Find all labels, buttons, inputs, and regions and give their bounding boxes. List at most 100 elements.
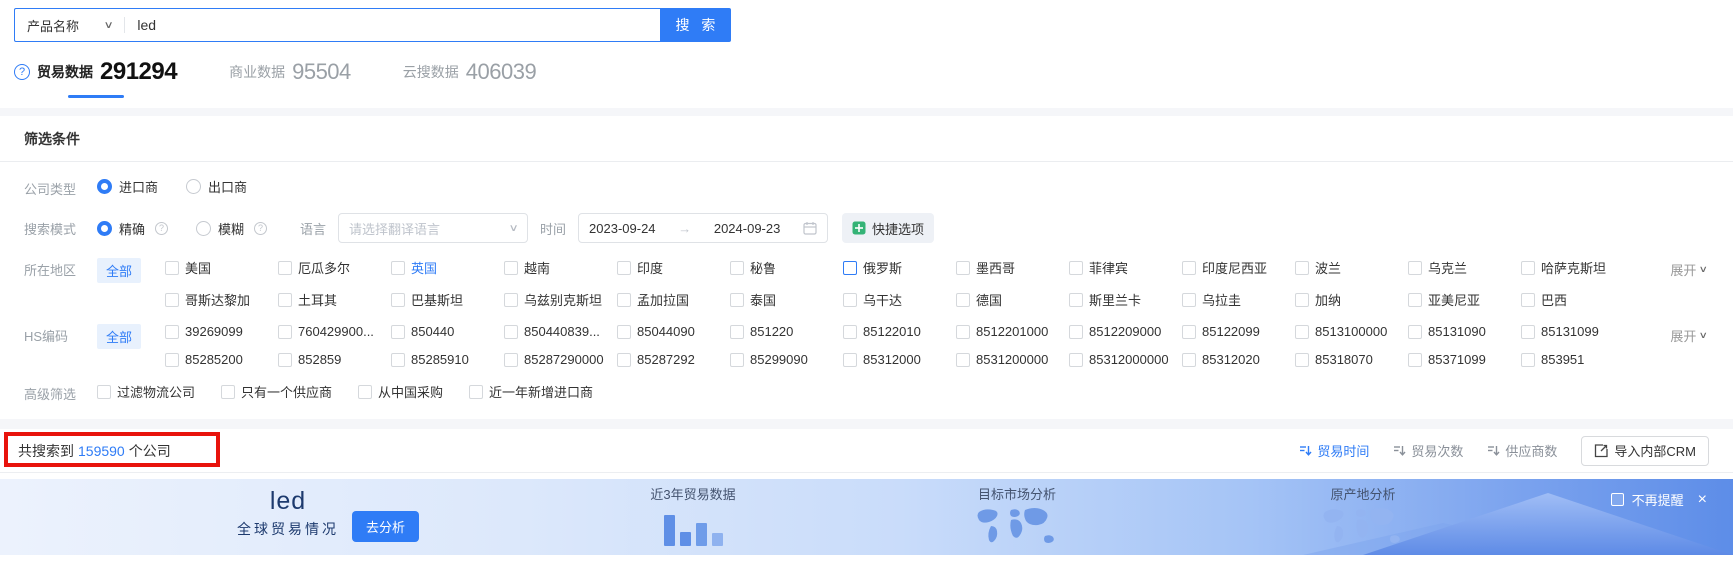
- region-checkbox-item[interactable]: 斯里兰卡: [1069, 290, 1182, 309]
- region-checkbox-item[interactable]: 泰国: [730, 290, 843, 309]
- hs-code-checkbox-item[interactable]: 85285200: [165, 352, 278, 367]
- hs-code-checkbox-item[interactable]: 850440: [391, 324, 504, 339]
- checkbox-icon: [1069, 324, 1084, 339]
- tab-trade-data[interactable]: ? 贸易数据 291294: [14, 58, 178, 98]
- radio-exporter[interactable]: 出口商: [186, 177, 247, 196]
- region-checkbox-item[interactable]: 亚美尼亚: [1408, 290, 1521, 309]
- region-checkbox-item[interactable]: 巴基斯坦: [391, 290, 504, 309]
- sort-option[interactable]: 贸易次数: [1393, 441, 1463, 460]
- checkbox-icon: [617, 324, 632, 339]
- region-checkbox-item[interactable]: 美国: [165, 258, 278, 277]
- region-checkbox-item[interactable]: 菲律宾: [1069, 258, 1182, 277]
- translate-language-select[interactable]: 请选择翻译语言 ∨: [338, 213, 529, 243]
- quick-options-button[interactable]: 快捷选项: [842, 213, 935, 243]
- tab-cloud-search[interactable]: 云搜数据 406039: [403, 59, 537, 95]
- hs-code-checkbox-item[interactable]: 85371099: [1408, 352, 1521, 367]
- hs-code-checkbox-item[interactable]: 39269099: [165, 324, 278, 339]
- dismiss-checkbox[interactable]: [1610, 493, 1624, 506]
- checkbox-label: 85318070: [1315, 352, 1373, 367]
- checkbox-icon: [1182, 324, 1197, 339]
- region-checkbox-item[interactable]: 加纳: [1295, 290, 1408, 309]
- radio-exact-mode[interactable]: 精确 ?: [97, 219, 169, 238]
- checkbox-label: 墨西哥: [976, 261, 1016, 276]
- tab-count: 291294: [100, 58, 178, 85]
- chevron-down-icon: ∨: [508, 222, 519, 234]
- region-checkbox-item[interactable]: 印度尼西亚: [1182, 258, 1295, 277]
- region-checkbox-item[interactable]: 俄罗斯: [843, 258, 956, 277]
- region-checkbox-item[interactable]: 哈萨克斯坦: [1521, 258, 1634, 277]
- region-checkbox-item[interactable]: 厄瓜多尔: [278, 258, 391, 277]
- time-label: 时间: [540, 221, 567, 237]
- region-checkbox-item[interactable]: 印度: [617, 258, 730, 277]
- info-icon[interactable]: ?: [254, 221, 268, 235]
- region-expand-link[interactable]: 展开 ∨: [1670, 260, 1708, 279]
- region-all-chip[interactable]: 全部: [97, 258, 142, 283]
- hs-code-checkbox-item[interactable]: 85131090: [1408, 324, 1521, 339]
- advanced-checkbox-item[interactable]: 从中国采购: [358, 382, 443, 401]
- region-checkbox-item[interactable]: 土耳其: [278, 290, 391, 309]
- hs-code-checkbox-item[interactable]: 85122099: [1182, 324, 1295, 339]
- import-crm-button[interactable]: 导入内部CRM: [1581, 435, 1709, 466]
- banner-section-target-market[interactable]: 目标市场分析: [942, 484, 1092, 555]
- hs-code-checkbox-item[interactable]: 85287290000: [504, 352, 617, 367]
- hs-all-chip[interactable]: 全部: [97, 324, 142, 349]
- info-icon[interactable]: ?: [155, 221, 169, 235]
- hs-code-checkbox-item[interactable]: 85312000: [843, 352, 956, 367]
- hs-code-checkbox-item[interactable]: 8513100000: [1295, 324, 1408, 339]
- region-checkbox-item[interactable]: 德国: [956, 290, 1069, 309]
- product-category-dropdown[interactable]: 产品名称 ∨: [15, 16, 124, 35]
- tab-business-data[interactable]: 商业数据 95504: [229, 59, 351, 95]
- analyze-button[interactable]: 去分析: [352, 511, 420, 542]
- sort-option[interactable]: 供应商数: [1487, 441, 1557, 460]
- hs-code-checkbox-item[interactable]: 760429900...: [278, 324, 391, 339]
- hs-code-checkbox-item[interactable]: 8512209000: [1069, 324, 1182, 339]
- hs-code-checkbox-item[interactable]: 85312020: [1182, 352, 1295, 367]
- checkbox-icon: [1408, 352, 1423, 367]
- hs-code-checkbox-item[interactable]: 85122010: [843, 324, 956, 339]
- checkbox-icon: [221, 384, 236, 399]
- hs-code-checkbox-item[interactable]: 85285910: [391, 352, 504, 367]
- hs-code-checkbox-item[interactable]: 85299090: [730, 352, 843, 367]
- radio-fuzzy-mode[interactable]: 模糊 ?: [196, 219, 268, 238]
- hs-code-checkbox-item[interactable]: 853951: [1521, 352, 1634, 367]
- region-checkbox-item[interactable]: 秘鲁: [730, 258, 843, 277]
- region-checkbox-item[interactable]: 墨西哥: [956, 258, 1069, 277]
- region-checkbox-item[interactable]: 英国: [391, 258, 504, 277]
- hs-code-checkbox-item[interactable]: 85318070: [1295, 352, 1408, 367]
- banner-section-trade-3y[interactable]: 近3年贸易数据: [618, 484, 768, 546]
- advanced-checkbox-item[interactable]: 过滤物流公司: [97, 382, 195, 401]
- search-button[interactable]: 搜 索: [660, 8, 731, 42]
- hs-code-checkbox-item[interactable]: 851220: [730, 324, 843, 339]
- radio-importer[interactable]: 进口商: [97, 177, 158, 196]
- region-checkbox-item[interactable]: 哥斯达黎加: [165, 290, 278, 309]
- checkbox-label: 德国: [976, 293, 1003, 308]
- region-checkbox-item[interactable]: 乌干达: [843, 290, 956, 309]
- advanced-checkbox-item[interactable]: 只有一个供应商: [221, 382, 332, 401]
- hs-code-checkbox-item[interactable]: 85044090: [617, 324, 730, 339]
- date-range-picker[interactable]: 2023-09-24 → 2024-09-23: [578, 213, 829, 243]
- region-checkbox-item[interactable]: 乌拉圭: [1182, 290, 1295, 309]
- checkbox-label: 850440: [411, 324, 455, 339]
- hs-code-checkbox-item[interactable]: 8531200000: [956, 352, 1069, 367]
- region-checkbox-item[interactable]: 巴西: [1521, 290, 1634, 309]
- advanced-checkbox-item[interactable]: 近一年新增进口商: [469, 382, 593, 401]
- hs-code-checkbox-item[interactable]: 85131099: [1521, 324, 1634, 339]
- hs-code-checkbox-item[interactable]: 85287292: [617, 352, 730, 367]
- hs-code-checkbox-item[interactable]: 8512201000: [956, 324, 1069, 339]
- region-checkbox-item[interactable]: 越南: [504, 258, 617, 277]
- hs-code-checkbox-item[interactable]: 850440839...: [504, 324, 617, 339]
- checkbox-label: 过滤物流公司: [117, 385, 196, 400]
- region-checkbox-item[interactable]: 波兰: [1295, 258, 1408, 277]
- checkbox-icon: [1521, 260, 1536, 275]
- hs-expand-link[interactable]: 展开 ∨: [1670, 326, 1708, 345]
- sort-option[interactable]: 贸易时间: [1299, 441, 1369, 460]
- region-checkbox-item[interactable]: 孟加拉国: [617, 290, 730, 309]
- search-input[interactable]: [125, 17, 660, 33]
- hs-code-checkbox-item[interactable]: 852859: [278, 352, 391, 367]
- banner-section-origin[interactable]: 原产地分析: [1288, 484, 1438, 555]
- region-checkbox-item[interactable]: 乌克兰: [1408, 258, 1521, 277]
- hs-code-checkbox-item[interactable]: 85312000000: [1069, 352, 1182, 367]
- question-circle-icon[interactable]: ?: [14, 64, 30, 80]
- region-checkbox-item[interactable]: 乌兹别克斯坦: [504, 290, 617, 309]
- close-icon[interactable]: ×: [1698, 491, 1707, 508]
